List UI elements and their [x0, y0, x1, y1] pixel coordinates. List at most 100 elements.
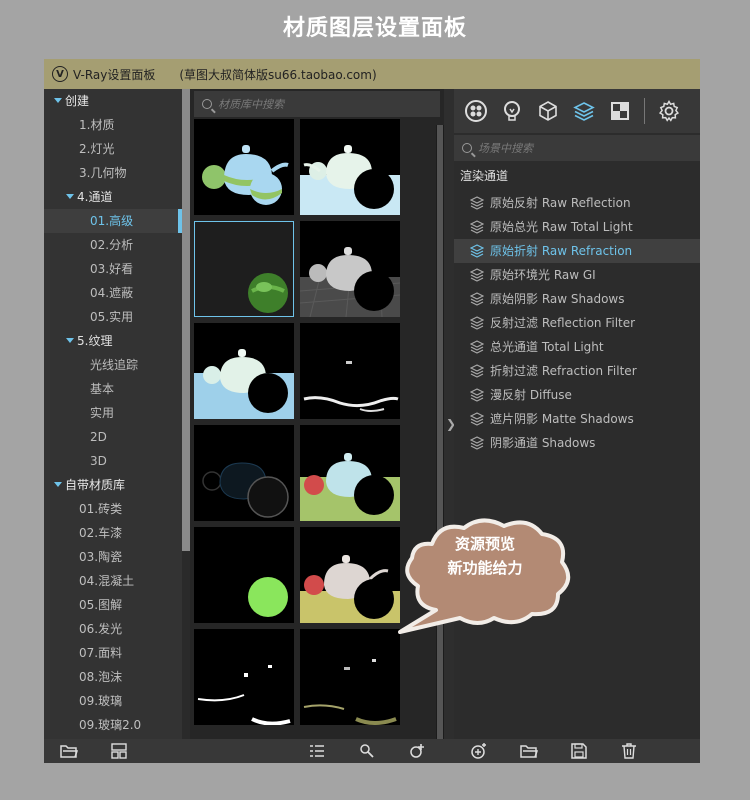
thumbnail-scrollbar-thumb[interactable] — [437, 125, 443, 739]
channel-label: 原始阴影 Raw Shadows — [490, 292, 625, 306]
channel-label: 折射过滤 Refraction Filter — [490, 364, 637, 378]
tree-item[interactable]: 基本 — [44, 377, 182, 401]
page-title: 材质图层设置面板 — [282, 16, 467, 41]
library-search-placeholder: 材质库中搜索 — [218, 98, 284, 111]
tree-item[interactable]: 04.混凝土 — [44, 569, 182, 593]
caret-down-icon[interactable] — [54, 482, 62, 487]
channel-label: 原始反射 Raw Reflection — [490, 196, 631, 210]
thumbnail-refraction-filter[interactable] — [300, 425, 400, 521]
channel-list-item[interactable]: 阴影通道 Shadows — [454, 431, 700, 455]
tree-item-label: 2.灯光 — [79, 142, 115, 156]
delete-icon[interactable] — [620, 742, 638, 760]
materials-icon[interactable] — [458, 93, 494, 129]
vray-logo-icon: V — [52, 66, 68, 82]
tree-item[interactable]: 创建 — [44, 89, 182, 113]
channel-list-item[interactable]: 反射过滤 Reflection Filter — [454, 311, 700, 335]
geometry-icon[interactable] — [530, 93, 566, 129]
save-icon[interactable] — [570, 742, 588, 760]
tree-item[interactable]: 08.泡沫 — [44, 665, 182, 689]
layers-icon — [470, 268, 484, 282]
tree-item[interactable]: 03.陶瓷 — [44, 545, 182, 569]
list-view-icon[interactable] — [308, 742, 326, 760]
tree-scrollbar-thumb[interactable] — [182, 89, 190, 551]
layout-icon[interactable] — [110, 742, 128, 760]
thumbnail-raw-total-light[interactable] — [300, 119, 400, 215]
thumbnail-diffuse[interactable] — [194, 527, 294, 623]
thumbnail-matte-shadows[interactable] — [300, 527, 400, 623]
add-layer-icon[interactable] — [470, 742, 488, 760]
textures-icon[interactable] — [602, 93, 638, 129]
material-preview-panel: 材质库中搜索 — [190, 89, 444, 739]
tree-item[interactable]: 01.高级 — [44, 209, 182, 233]
tree-item-label: 02.车漆 — [79, 526, 123, 540]
tree-item-label: 01.高级 — [90, 214, 134, 228]
open-file-icon[interactable] — [520, 742, 538, 760]
thumbnail-total-light[interactable] — [194, 425, 294, 521]
tree-item[interactable]: 实用 — [44, 401, 182, 425]
layers-icon — [470, 244, 484, 258]
tree-item[interactable]: 3.几何物 — [44, 161, 182, 185]
tree-scrollbar[interactable] — [182, 89, 190, 739]
channel-search[interactable]: 场景中搜索 — [454, 135, 700, 161]
layers-icon — [470, 388, 484, 402]
channel-list-item[interactable]: 原始折射 Raw Refraction — [454, 239, 700, 263]
tree-item[interactable]: 09.玻璃 — [44, 689, 182, 713]
channel-list-item[interactable]: 原始反射 Raw Reflection — [454, 191, 700, 215]
add-to-scene-icon[interactable] — [408, 742, 426, 760]
tree-item-label: 05.图解 — [79, 598, 123, 612]
panel-splitter[interactable]: ❯ — [444, 89, 456, 739]
thumbnail-raw-gi[interactable] — [300, 221, 400, 317]
tree-item-label: 创建 — [65, 94, 90, 108]
tree-item[interactable]: 06.发光 — [44, 617, 182, 641]
tree-item[interactable]: 02.车漆 — [44, 521, 182, 545]
caret-down-icon[interactable] — [66, 194, 74, 199]
tree-item[interactable]: 02.分析 — [44, 233, 182, 257]
tree-item[interactable]: 03.好看 — [44, 257, 182, 281]
channel-list-item[interactable]: 漫反射 Diffuse — [454, 383, 700, 407]
tree-item[interactable]: 05.实用 — [44, 305, 182, 329]
tree-item[interactable]: 光线追踪 — [44, 353, 182, 377]
tree-item[interactable]: 09.玻璃2.0 — [44, 713, 182, 737]
channel-list-item[interactable]: 原始环境光 Raw GI — [454, 263, 700, 287]
library-search[interactable]: 材质库中搜索 — [194, 91, 440, 117]
thumbnail-raw-refraction[interactable] — [194, 221, 294, 317]
settings-icon[interactable] — [651, 93, 687, 129]
layers-icon — [470, 364, 484, 378]
tree-item[interactable]: 3D — [44, 449, 182, 473]
lights-icon[interactable] — [494, 93, 530, 129]
callout-line-2: 新功能给力 — [447, 559, 523, 577]
caret-down-icon[interactable] — [66, 338, 74, 343]
channel-list-item[interactable]: 总光通道 Total Light — [454, 335, 700, 359]
tree-item[interactable]: 01.砖类 — [44, 497, 182, 521]
channel-label: 阴影通道 Shadows — [490, 436, 596, 450]
tree-item-label: 09.玻璃 — [79, 694, 123, 708]
search-icon — [462, 143, 472, 153]
tree-item[interactable]: 05.图解 — [44, 593, 182, 617]
tree-item[interactable]: 2.灯光 — [44, 137, 182, 161]
open-folder-icon[interactable] — [60, 742, 78, 760]
tree-item[interactable]: 1.材质 — [44, 113, 182, 137]
tree-item[interactable]: 07.面料 — [44, 641, 182, 665]
tree-item-label: 1.材质 — [79, 118, 115, 132]
vray-panel-window: V V-Ray设置面板 (草图大叔简体版su66.taobao.com) 创建 1… — [44, 59, 700, 763]
caret-down-icon[interactable] — [54, 98, 62, 103]
render-channels-icon[interactable] — [566, 93, 602, 129]
channel-list-item[interactable]: 原始阴影 Raw Shadows — [454, 287, 700, 311]
tree-item[interactable]: 04.遮蔽 — [44, 281, 182, 305]
thumbnail-reflection-filter[interactable] — [300, 323, 400, 419]
channel-list-item[interactable]: 原始总光 Raw Total Light — [454, 215, 700, 239]
thumbnail-shadows[interactable] — [194, 629, 294, 725]
thumbnail-raw-shadows[interactable] — [194, 323, 294, 419]
category-tree: 创建 1.材质 2.灯光 3.几何物 4.通道 01.高级 02.分析 03.好看 04.遮蔽 0… — [44, 89, 182, 739]
thumbnail-raw-reflection[interactable] — [194, 119, 294, 215]
search-add-icon[interactable] — [358, 742, 376, 760]
thumbnail-scrollbar[interactable] — [436, 125, 444, 739]
tree-item[interactable]: 5.纹理 — [44, 329, 182, 353]
channel-list-item[interactable]: 折射过滤 Refraction Filter — [454, 359, 700, 383]
tree-item[interactable]: 2D — [44, 425, 182, 449]
tree-item[interactable]: 自带材质库 — [44, 473, 182, 497]
tree-item[interactable]: 4.通道 — [44, 185, 182, 209]
thumbnail-channel-extra[interactable] — [300, 629, 400, 725]
callout-line-1: 资源预览 — [454, 535, 515, 553]
channel-list-item[interactable]: 遮片阴影 Matte Shadows — [454, 407, 700, 431]
